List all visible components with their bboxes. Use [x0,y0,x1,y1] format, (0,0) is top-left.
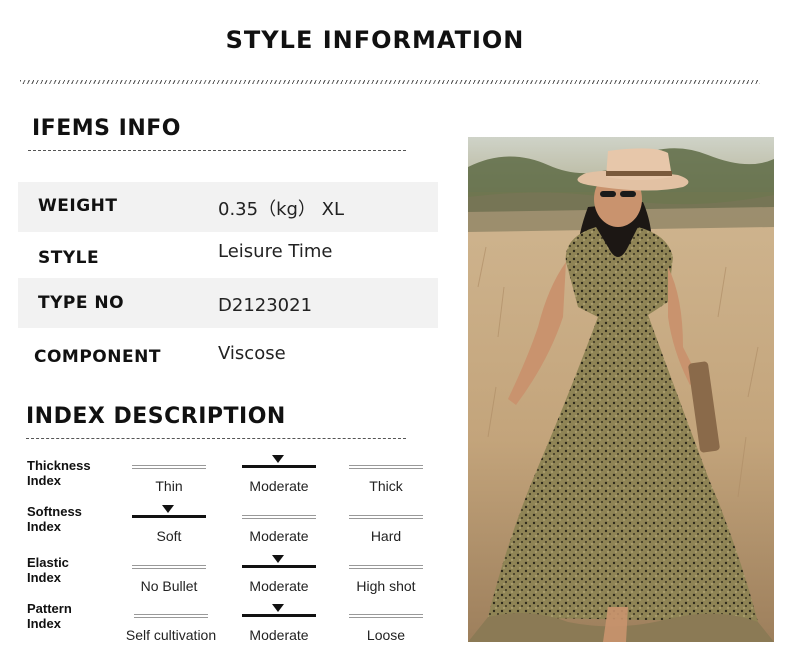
product-photo [468,137,774,642]
index-label-line: Index [27,519,61,534]
index-option-text: Moderate [249,528,309,544]
index-description-title: INDEX DESCRIPTION [26,404,286,429]
index-bar [349,565,423,569]
index-label-elastic: Elastic Index [27,555,69,585]
info-row-component: COMPONENT Viscose [18,330,438,380]
index-label-thickness: Thickness Index [27,458,91,488]
items-info-divider [28,150,406,151]
info-row-type-no: TYPE NO D2123021 [18,278,438,328]
index-option-text: Moderate [249,478,309,494]
index-bar [132,565,206,569]
index-bar [132,465,206,469]
index-label-line: Pattern [27,601,72,616]
index-label-line: Thickness [27,458,91,473]
items-info-title: IFEMS INFO [32,116,181,141]
info-label: STYLE [38,248,100,268]
info-label: TYPE NO [38,293,125,313]
index-bar [242,614,316,617]
info-row-weight: WEIGHT 0.35（kg） XL [18,182,438,232]
index-bar [134,614,208,618]
index-bar [349,515,423,519]
index-option-text: Moderate [249,578,309,594]
index-description-divider [26,438,406,439]
info-value: Viscose [218,343,286,364]
index-label-pattern: Pattern Index [27,601,72,631]
index-bar [349,614,423,618]
index-option-text: Thin [155,478,183,494]
index-option-text: No Bullet [140,578,198,594]
index-bar [242,465,316,468]
index-option-text: Thick [369,478,403,494]
index-label-line: Softness [27,504,82,519]
index-label-line: Index [27,473,61,488]
index-label-line: Index [27,616,61,631]
index-label-line: Index [27,570,61,585]
info-label: COMPONENT [34,347,161,367]
index-option-text: Moderate [249,627,309,643]
index-bar [242,515,316,519]
selected-marker-icon [272,604,284,612]
info-value: 0.35（kg） XL [218,199,345,220]
info-row-style: STYLE Leisure Time [18,230,438,280]
selected-marker-icon [272,555,284,563]
info-value: D2123021 [218,295,313,316]
selected-marker-icon [162,505,174,513]
index-bar [132,515,206,518]
index-option-text: Self cultivation [125,627,217,643]
index-bar [242,565,316,568]
info-value: Leisure Time [218,241,333,262]
top-divider [20,80,760,84]
index-option-text: High shot [356,578,416,594]
index-bar [349,465,423,469]
page-title: STYLE INFORMATION [225,26,525,54]
index-option-text: Hard [370,528,402,544]
index-label-line: Elastic [27,555,69,570]
index-option-text: Loose [366,627,406,643]
selected-marker-icon [272,455,284,463]
index-label-softness: Softness Index [27,504,82,534]
info-label: WEIGHT [38,196,118,216]
index-option-text: Soft [156,528,182,544]
